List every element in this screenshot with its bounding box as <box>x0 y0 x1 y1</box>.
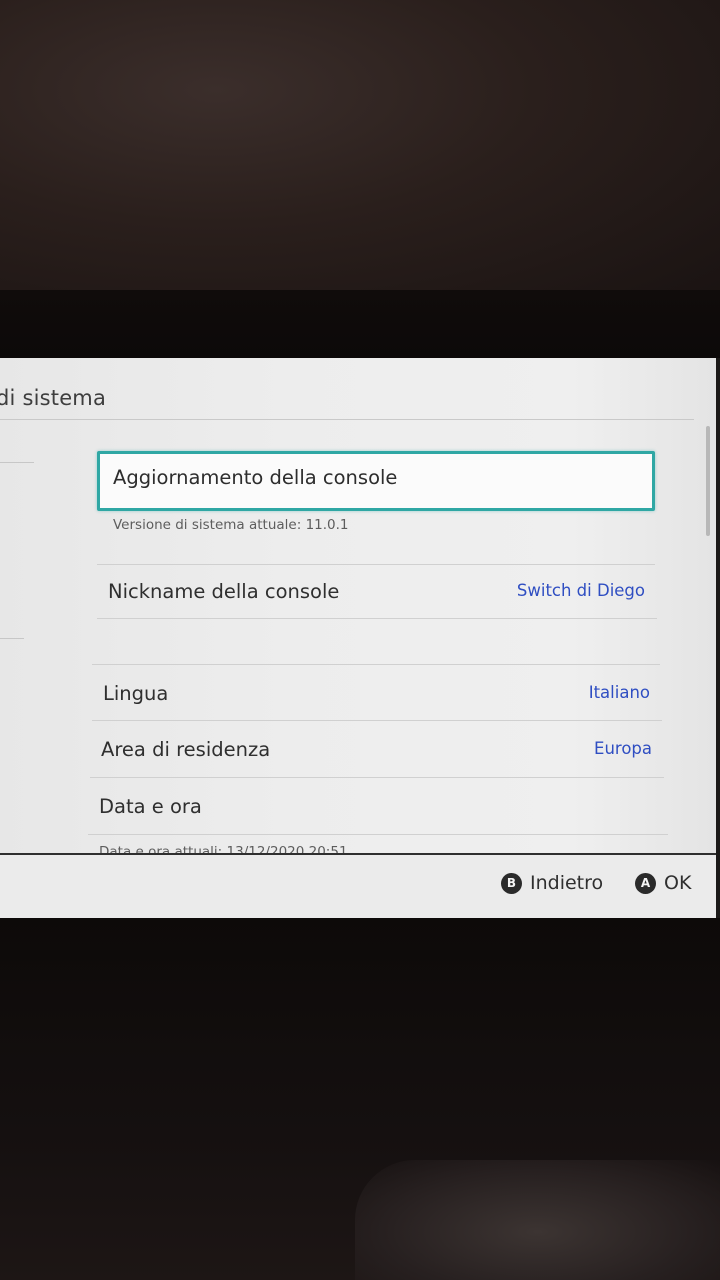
console-bezel-top <box>0 290 720 360</box>
a-button-icon: A <box>635 872 656 894</box>
page-title: di sistema <box>0 386 107 410</box>
row-divider <box>92 720 662 721</box>
back-button[interactable]: B Indietro <box>501 872 603 894</box>
header-divider <box>0 419 694 420</box>
console-nickname-label: Nickname della console <box>108 580 340 603</box>
row-divider <box>97 564 655 565</box>
language-label: Lingua <box>103 682 169 705</box>
footer-bar: B Indietro A OK <box>0 855 716 918</box>
date-time-item[interactable]: Data e ora <box>99 783 659 833</box>
language-value: Italiano <box>588 683 650 702</box>
sidebar-divider <box>0 638 24 639</box>
region-value: Europa <box>594 739 652 758</box>
sidebar-divider <box>0 462 34 463</box>
console-update-label: Aggiornamento della console <box>113 466 398 489</box>
console-update-item[interactable]: Aggiornamento della console <box>97 451 655 511</box>
region-label: Area di residenza <box>101 738 271 761</box>
system-version-text: Versione di sistema attuale: 11.0.1 <box>113 517 349 533</box>
row-divider <box>88 834 668 835</box>
console-nickname-item[interactable]: Nickname della console Switch di Diego <box>108 568 645 618</box>
hand-in-photo <box>355 1160 720 1280</box>
row-divider <box>90 777 664 778</box>
scrollbar[interactable] <box>706 426 710 536</box>
row-divider <box>97 618 657 619</box>
photo-background <box>0 0 720 300</box>
section-divider <box>92 664 660 665</box>
ok-label: OK <box>664 872 692 894</box>
settings-screen: di sistema Aggiornamento della console V… <box>0 358 720 918</box>
region-item[interactable]: Area di residenza Europa <box>101 726 652 776</box>
b-button-icon: B <box>501 872 522 894</box>
back-label: Indietro <box>530 872 604 894</box>
console-nickname-value: Switch di Diego <box>516 581 645 600</box>
date-time-label: Data e ora <box>99 795 202 818</box>
language-item[interactable]: Lingua Italiano <box>103 670 650 720</box>
ok-button[interactable]: A OK <box>635 872 691 894</box>
